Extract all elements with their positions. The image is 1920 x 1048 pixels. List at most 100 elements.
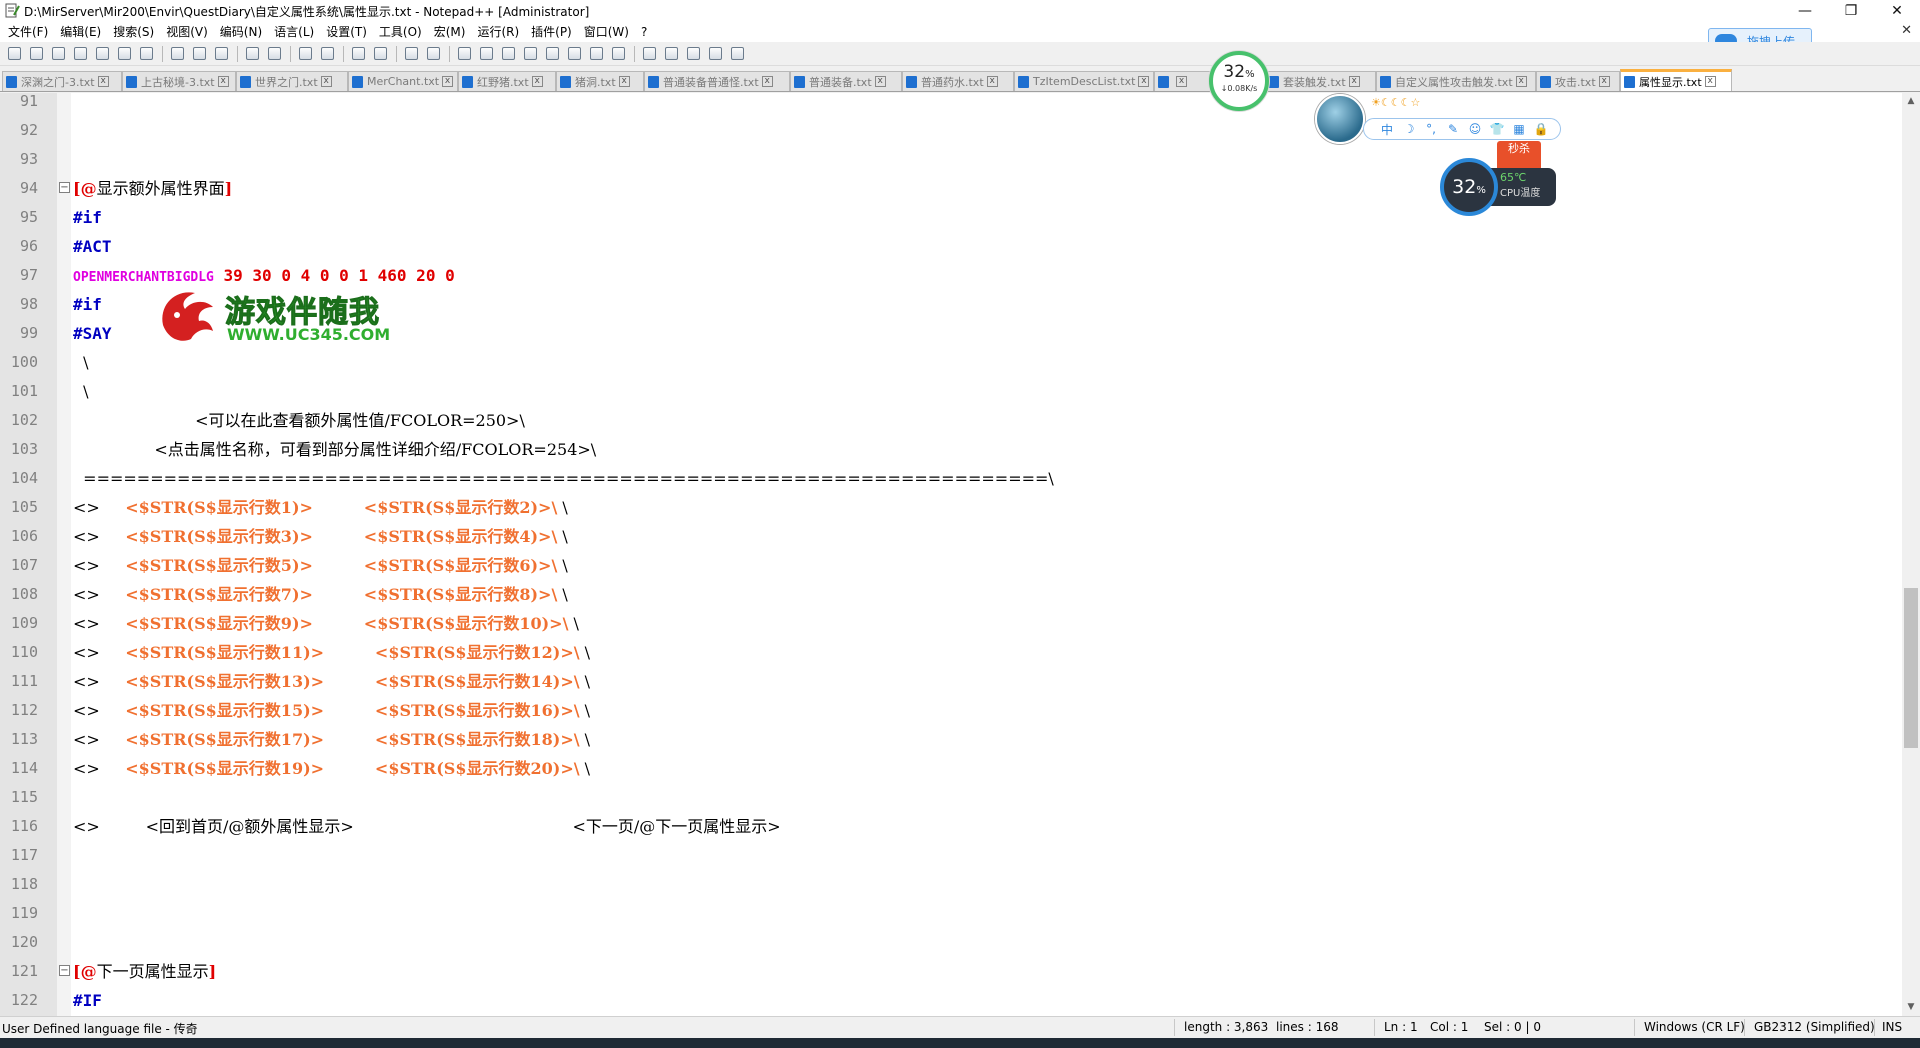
close-document-icon[interactable]: ✕ (1901, 23, 1912, 38)
ime-grid-icon[interactable]: ▦ (1508, 122, 1530, 136)
tab-close-icon[interactable]: x (442, 76, 454, 87)
fold-toggle-icon[interactable]: − (59, 182, 70, 193)
menu-file[interactable]: 文件(F) (2, 22, 54, 42)
tab-1[interactable]: 上古秘境-3.txt x (122, 71, 236, 91)
tab-0[interactable]: 深渊之门-3.txt x (2, 71, 122, 91)
play-macro-icon[interactable] (683, 44, 703, 64)
save-macro-icon[interactable] (727, 44, 747, 64)
menu-tools[interactable]: 工具(O) (373, 22, 428, 42)
code-line[interactable]: 122 #IF (0, 986, 1902, 1015)
ime-avatar-icon[interactable] (1315, 94, 1365, 144)
code-line[interactable]: 102 <可以在此查看额外属性值/FCOLOR=250>\ (0, 406, 1902, 435)
menu-view[interactable]: 视图(V) (160, 22, 214, 42)
show-all-chars-icon[interactable] (476, 44, 496, 64)
code-line[interactable]: 91 (0, 93, 1902, 116)
tab-close-icon[interactable]: x (320, 76, 332, 87)
vertical-scrollbar[interactable]: ▲ ▼ (1902, 93, 1920, 1016)
doc-map-icon[interactable] (542, 44, 562, 64)
code-line[interactable]: 92 (0, 116, 1902, 145)
code-line[interactable]: 110 <> <$STR(S$显示行数11)> <$STR(S$显示行数12)>\… (0, 638, 1902, 667)
code-line[interactable]: 115 (0, 783, 1902, 812)
tab-5[interactable]: 猪洞.txt x (556, 71, 644, 91)
code-line[interactable]: 106 <> <$STR(S$显示行数3)> <$STR(S$显示行数4)>\ \ (0, 522, 1902, 551)
record-macro-icon[interactable] (639, 44, 659, 64)
menu-help[interactable]: ? (635, 22, 653, 42)
ime-moon-icon[interactable]: ☽ (1398, 122, 1420, 136)
tab-close-icon[interactable]: x (1515, 76, 1527, 87)
tab-11[interactable]: 套装触发.txt x (1264, 71, 1376, 91)
code-line[interactable]: 114 <> <$STR(S$显示行数19)> <$STR(S$显示行数20)>\… (0, 754, 1902, 783)
find-icon[interactable] (295, 44, 315, 64)
code-line[interactable]: 103 <点击属性名称，可看到部分属性详细介绍/FCOLOR=254>\ (0, 435, 1902, 464)
sync-horizontal-icon[interactable] (423, 44, 443, 64)
minimize-button[interactable]: — (1782, 0, 1828, 22)
ime-chinese-mode-icon[interactable]: 中 (1376, 121, 1398, 138)
code-line[interactable]: 113 <> <$STR(S$显示行数17)> <$STR(S$显示行数18)>\… (0, 725, 1902, 754)
user-language-icon[interactable] (520, 44, 540, 64)
code-line[interactable]: 104 ====================================… (0, 464, 1902, 493)
tab-close-icon[interactable]: x (217, 76, 229, 87)
tab-close-icon[interactable]: x (1138, 76, 1150, 87)
undo-icon[interactable] (242, 44, 262, 64)
code-line[interactable]: 118 (0, 870, 1902, 899)
code-line[interactable]: 94 − [@显示额外属性界面] (0, 174, 1902, 203)
sync-vertical-icon[interactable] (401, 44, 421, 64)
close-file-icon[interactable] (92, 44, 112, 64)
ime-skin-icon[interactable]: 👕 (1486, 122, 1508, 136)
tab-close-icon[interactable]: x (531, 76, 543, 87)
menu-run[interactable]: 运行(R) (471, 22, 525, 42)
function-list-icon[interactable] (564, 44, 584, 64)
tab-close-icon[interactable]: x (97, 76, 109, 87)
tab-9[interactable]: TzItemDescList.txt x (1014, 71, 1154, 91)
ime-lock-icon[interactable]: 🔒 (1530, 122, 1552, 136)
menu-plugins[interactable]: 插件(P) (525, 22, 578, 42)
tab-14-active[interactable]: 属性显示.txt x (1620, 69, 1732, 91)
code-line[interactable]: 107 <> <$STR(S$显示行数5)> <$STR(S$显示行数6)>\ \ (0, 551, 1902, 580)
menu-settings[interactable]: 设置(T) (320, 22, 373, 42)
code-line[interactable]: 109 <> <$STR(S$显示行数9)> <$STR(S$显示行数10)>\ … (0, 609, 1902, 638)
word-wrap-icon[interactable] (454, 44, 474, 64)
run-macro-multiple-icon[interactable] (705, 44, 725, 64)
menu-macro[interactable]: 宏(M) (428, 22, 472, 42)
tab-6[interactable]: 普通装备普通怪.txt x (644, 71, 790, 91)
paste-icon[interactable] (211, 44, 231, 64)
code-line[interactable]: 105 <> <$STR(S$显示行数1)> <$STR(S$显示行数2)>\ \ (0, 493, 1902, 522)
menu-window[interactable]: 窗口(W) (578, 22, 635, 42)
folder-workspace-icon[interactable] (586, 44, 606, 64)
network-speed-widget[interactable]: 32% ↓0.08K/s (1209, 51, 1269, 111)
code-line[interactable]: 116 <> <回到首页/@额外属性显示> <下一页/@下一页属性显示> (0, 812, 1902, 841)
indent-guide-icon[interactable] (498, 44, 518, 64)
close-all-icon[interactable] (114, 44, 134, 64)
code-line[interactable]: 112 <> <$STR(S$显示行数15)> <$STR(S$显示行数16)>\… (0, 696, 1902, 725)
menu-language[interactable]: 语言(L) (268, 22, 320, 42)
tab-4[interactable]: 红野猪.txt x (458, 71, 556, 91)
zoom-in-icon[interactable] (348, 44, 368, 64)
new-file-icon[interactable] (4, 44, 24, 64)
tab-close-icon[interactable]: x (1348, 76, 1360, 87)
tab-2[interactable]: 世界之门.txt x (236, 71, 348, 91)
code-line[interactable]: 111 <> <$STR(S$显示行数13)> <$STR(S$显示行数14)>\… (0, 667, 1902, 696)
code-line[interactable]: 93 (0, 145, 1902, 174)
tab-close-icon[interactable]: x (1704, 76, 1716, 87)
zoom-out-icon[interactable] (370, 44, 390, 64)
menu-edit[interactable]: 编辑(E) (54, 22, 107, 42)
monitoring-icon[interactable] (608, 44, 628, 64)
tab-13[interactable]: 攻击.txt x (1536, 71, 1620, 91)
code-line[interactable]: 108 <> <$STR(S$显示行数7)> <$STR(S$显示行数8)>\ \ (0, 580, 1902, 609)
replace-icon[interactable] (317, 44, 337, 64)
tab-close-icon[interactable]: x (986, 76, 998, 87)
save-icon[interactable] (48, 44, 68, 64)
tab-close-icon[interactable]: x (1598, 76, 1610, 87)
scroll-thumb[interactable] (1904, 588, 1918, 748)
code-line[interactable]: 117 (0, 841, 1902, 870)
ime-wrench-icon[interactable]: ✎ (1442, 122, 1464, 136)
tab-close-icon[interactable]: x (874, 76, 886, 87)
ime-toolbar[interactable]: ☀☾☾☾☆ 中 ☽ °, ✎ ☺ 👕 ▦ 🔒 (1315, 94, 1561, 144)
scroll-down-arrow-icon[interactable]: ▼ (1902, 999, 1920, 1016)
menu-encoding[interactable]: 编码(N) (214, 22, 268, 42)
tab-close-icon[interactable]: x (761, 76, 773, 87)
print-icon[interactable] (136, 44, 156, 64)
tab-close-icon[interactable]: x (1176, 76, 1187, 87)
tab-7[interactable]: 普通装备.txt x (790, 71, 902, 91)
close-button[interactable]: ✕ (1874, 0, 1920, 22)
